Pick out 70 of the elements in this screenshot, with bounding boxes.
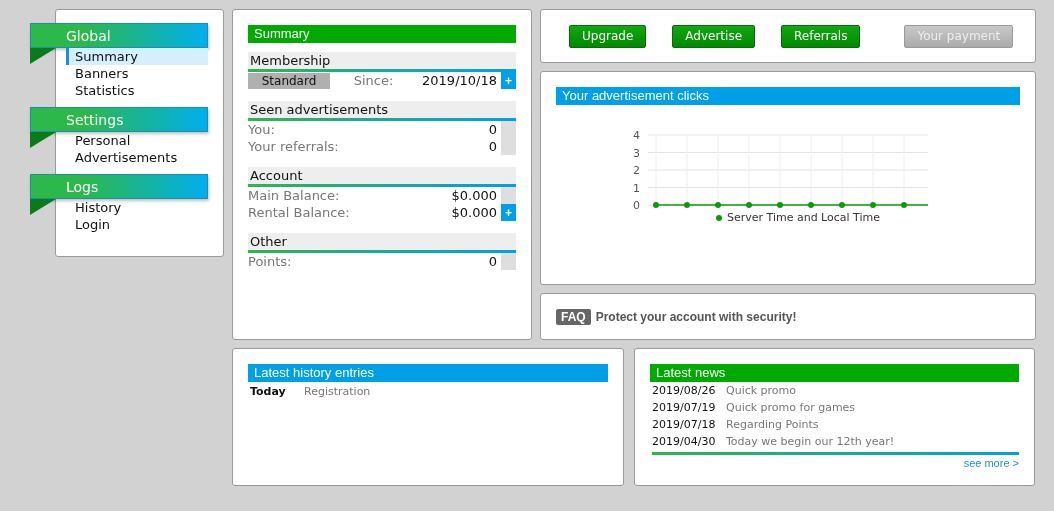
row-label: Points: (248, 254, 292, 269)
row-value: $0.000 (451, 205, 497, 220)
data-point (777, 202, 783, 208)
data-point (715, 202, 721, 208)
row-end-block (501, 138, 516, 155)
section-heading: Other (248, 233, 516, 253)
section-title: Global (66, 27, 111, 44)
membership-badge: Standard (248, 72, 330, 89)
expand-button[interactable]: + (501, 204, 516, 221)
action-button[interactable]: Referrals (781, 24, 861, 48)
panel-title: Latest news (650, 364, 1019, 382)
axis-tick-label: 4 (633, 129, 640, 142)
since-date: 2019/10/18 (422, 73, 497, 88)
sidebar-item[interactable]: Banners (66, 65, 208, 82)
row-label: Rental Balance: (248, 205, 350, 220)
section-title: Settings (66, 111, 124, 128)
axis-tick-label: 1 (633, 181, 640, 195)
news-link[interactable]: Quick promo (726, 382, 797, 399)
data-point (808, 202, 814, 208)
axis-tick-label: 0 (633, 199, 640, 212)
row-label: You: (248, 122, 275, 137)
sidebar-item[interactable]: Login (66, 216, 208, 233)
row-value: 0 (488, 122, 497, 137)
legend-label: Server Time and Local Time (726, 211, 881, 224)
sidebar-item[interactable]: Summary (66, 48, 208, 65)
row-label: Your referrals: (248, 139, 339, 154)
news-date: 2019/04/30 (652, 434, 717, 450)
section-heading: Membership (248, 52, 516, 72)
axis-tick-label: 2 (633, 164, 640, 177)
ribbon-fold-icon (30, 132, 56, 148)
row-value: $0.000 (451, 188, 497, 203)
news-date: 2019/07/18 (652, 417, 717, 433)
row-value: 0 (488, 139, 497, 154)
faq-badge: FAQ (556, 308, 591, 325)
news-link[interactable]: Quick promo for games (726, 399, 856, 416)
see-more-link[interactable]: see more > (650, 457, 1019, 469)
sidebar-item[interactable]: History (66, 199, 208, 216)
row-end-block (501, 121, 516, 138)
data-point (684, 202, 690, 208)
data-point (870, 202, 876, 208)
row-end-block (501, 253, 516, 270)
action-button[interactable]: Upgrade (569, 24, 647, 48)
news-link[interactable]: Regarding Points (726, 416, 819, 433)
data-point (901, 202, 907, 208)
data-point (839, 202, 845, 208)
ribbon-fold-icon (30, 199, 56, 215)
since-label: Since: (353, 73, 394, 88)
row-value: 0 (488, 254, 497, 269)
expand-button[interactable]: + (501, 72, 516, 89)
faq-link[interactable]: Protect your account with security! (595, 309, 797, 324)
row-end-block (501, 187, 516, 204)
history-time: Today (250, 385, 287, 398)
action-button[interactable]: Advertise (672, 24, 756, 48)
row-label: Main Balance: (248, 188, 340, 203)
news-date: 2019/08/26 (652, 383, 717, 399)
panel-title: Latest history entries (248, 364, 608, 382)
sidebar-item[interactable]: Advertisements (66, 149, 208, 166)
sidebar-item[interactable]: Statistics (66, 82, 208, 99)
data-point (653, 202, 659, 208)
history-event: Registration (304, 385, 371, 398)
section-heading: Seen advertisements (248, 101, 516, 121)
section-title: Logs (66, 178, 99, 195)
sidebar-item[interactable]: Personal (66, 132, 208, 149)
axis-tick-label: 3 (633, 146, 640, 160)
panel-title: Summary (248, 25, 516, 43)
news-link[interactable]: Today we begin our 12th year! (726, 433, 895, 450)
panel-title: Your advertisement clicks (556, 87, 1020, 105)
section-heading: Account (248, 167, 516, 187)
data-point (746, 202, 752, 208)
news-date: 2019/07/19 (652, 400, 717, 416)
